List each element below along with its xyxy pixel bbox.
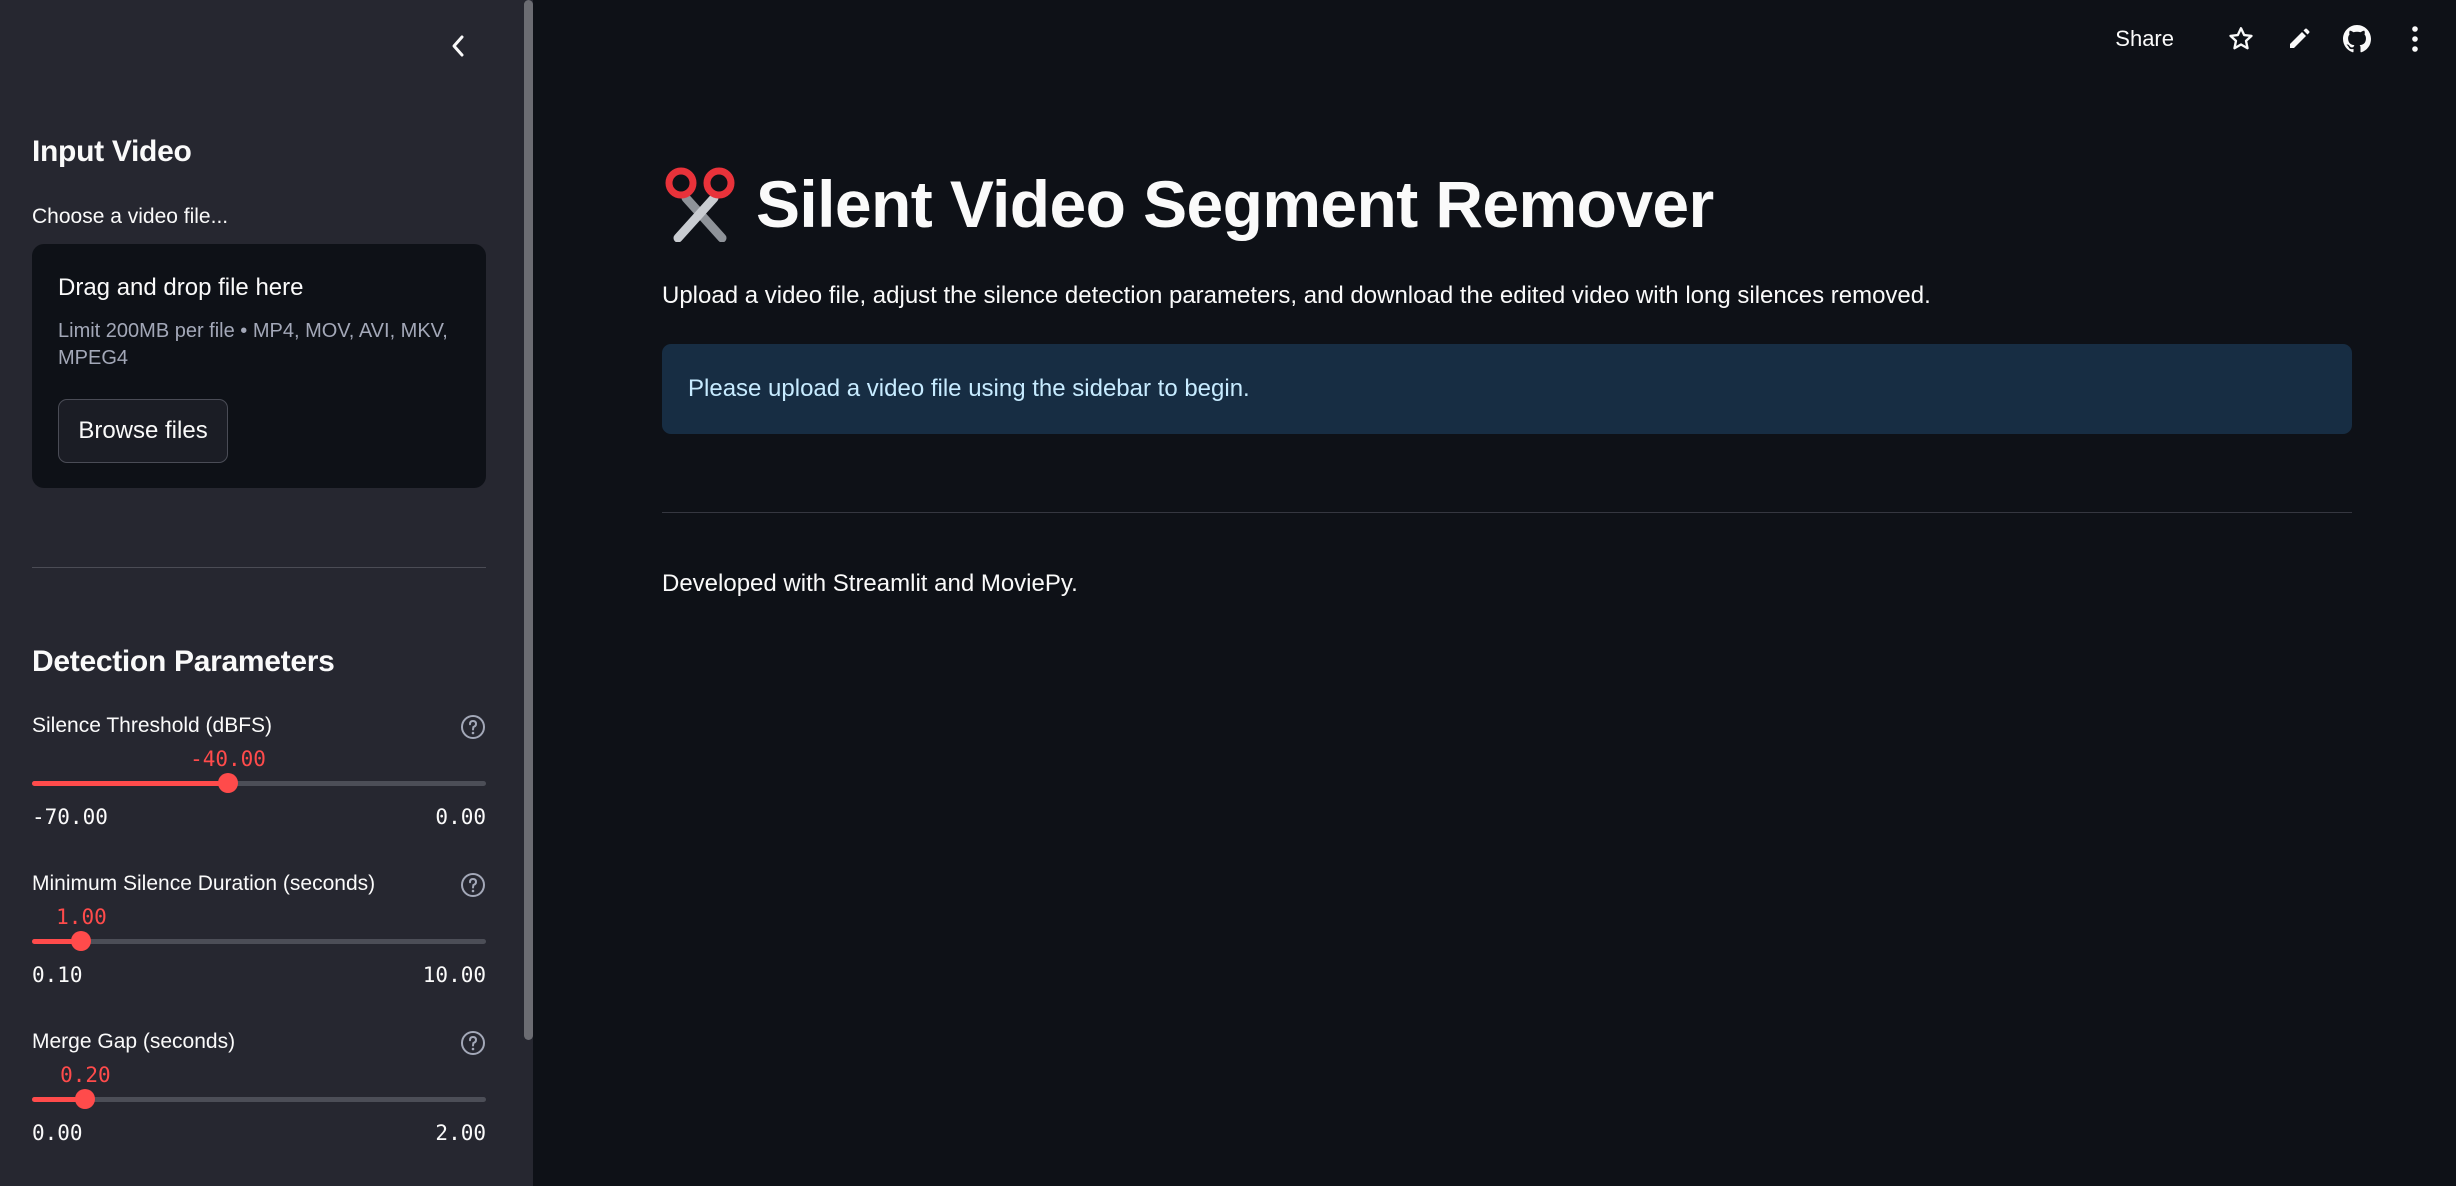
slider-fill [32, 781, 228, 786]
help-icon[interactable] [460, 1030, 486, 1056]
detection-parameters-heading: Detection Parameters [32, 645, 335, 678]
star-icon [2229, 27, 2253, 50]
sidebar-divider [32, 567, 486, 568]
merge-gap-slider[interactable]: 0.20 0.00 2.00 [32, 1063, 486, 1173]
slider-track[interactable] [32, 773, 486, 793]
slider-thumb[interactable] [218, 773, 238, 793]
silence-threshold-slider[interactable]: -40.00 -70.00 0.00 [32, 747, 486, 857]
info-alert: Please upload a video file using the sid… [662, 344, 2352, 434]
footer-credit: Developed with Streamlit and MoviePy. [662, 570, 1078, 597]
dropzone-title: Drag and drop file here [58, 274, 304, 301]
title-row: Silent Video Segment Remover [662, 166, 1714, 242]
sidebar-scrollbar[interactable] [524, 0, 533, 1040]
slider-value-label: -40.00 [190, 747, 266, 771]
merge-gap-label: Merge Gap (seconds) [32, 1030, 236, 1053]
edit-pencil-icon [2290, 28, 2310, 48]
slider-max-label: 0.00 [435, 805, 486, 829]
more-vertical-icon [2412, 26, 2418, 52]
page-description: Upload a video file, adjust the silence … [662, 282, 1931, 309]
main-menu-button[interactable] [2394, 18, 2436, 60]
help-icon[interactable] [460, 872, 486, 898]
edit-button[interactable] [2278, 18, 2320, 60]
help-icon[interactable] [460, 714, 486, 740]
slider-thumb[interactable] [75, 1089, 96, 1109]
chevron-left-icon [452, 35, 464, 57]
slider-min-label: 0.00 [32, 1121, 83, 1145]
header-toolbar: Share [2115, 18, 2436, 60]
slider-track[interactable] [32, 1089, 486, 1109]
browse-files-button[interactable]: Browse files [58, 399, 228, 463]
uploader-label: Choose a video file... [32, 205, 229, 228]
dropzone-limit-text: Limit 200MB per file • MP4, MOV, AVI, MK… [58, 320, 448, 369]
silence-threshold-label: Silence Threshold (dBFS) [32, 714, 273, 737]
slider-max-label: 10.00 [422, 963, 486, 987]
min-silence-duration-slider[interactable]: 1.00 0.10 10.00 [32, 905, 486, 1015]
collapse-sidebar-button[interactable] [440, 28, 476, 64]
share-button[interactable]: Share [2115, 26, 2174, 52]
sidebar: Input Video Choose a video file... Drag … [0, 0, 533, 1186]
favorite-button[interactable] [2220, 18, 2262, 60]
info-alert-text: Please upload a video file using the sid… [688, 375, 1250, 402]
input-video-heading: Input Video [32, 135, 192, 168]
github-icon [2343, 25, 2371, 53]
scissors-icon [665, 167, 735, 242]
github-button[interactable] [2336, 18, 2378, 60]
page-title: Silent Video Segment Remover [756, 167, 1714, 241]
slider-thumb[interactable] [71, 931, 92, 951]
slider-value-label: 0.20 [60, 1063, 111, 1087]
slider-min-label: 0.10 [32, 963, 83, 987]
content-divider [662, 512, 2352, 513]
min-silence-duration-label: Minimum Silence Duration (seconds) [32, 872, 376, 895]
slider-track[interactable] [32, 931, 486, 951]
slider-min-label: -70.00 [32, 805, 108, 829]
file-dropzone[interactable]: Drag and drop file here Limit 200MB per … [32, 244, 486, 488]
slider-value-label: 1.00 [56, 905, 107, 929]
slider-max-label: 2.00 [435, 1121, 486, 1145]
